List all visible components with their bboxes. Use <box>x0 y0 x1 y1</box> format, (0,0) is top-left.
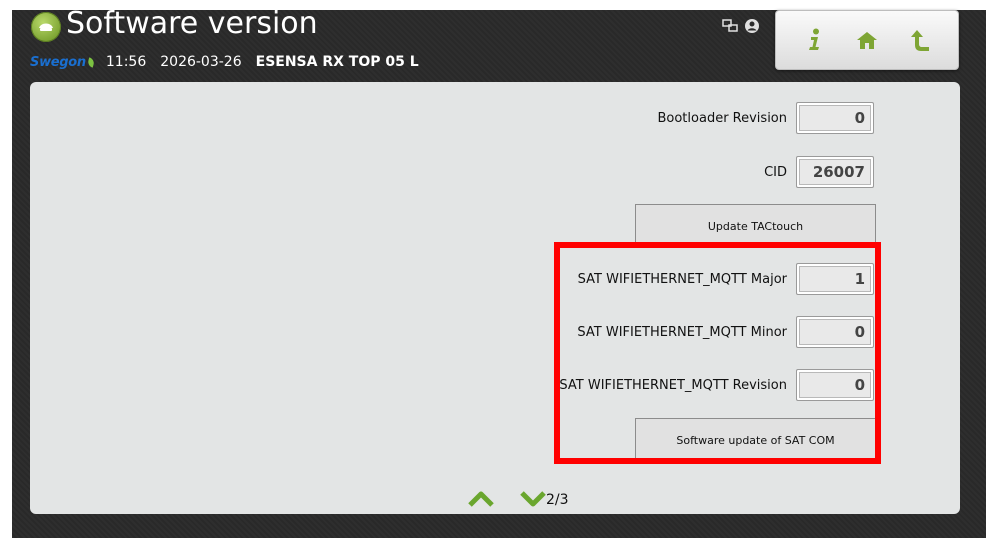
current-date: 2026-03-26 <box>160 54 242 70</box>
home-icon <box>857 32 877 49</box>
network-icon <box>722 19 738 32</box>
info-icon <box>809 28 819 50</box>
brand-logo: Swegon <box>30 54 86 70</box>
clock-time: 11:56 <box>105 54 147 70</box>
chevron-up-icon <box>468 491 494 507</box>
unit-name: ESENSA RX TOP 05 L <box>255 54 419 70</box>
info-button[interactable] <box>800 25 830 55</box>
user-icon <box>745 19 759 33</box>
chevron-down-icon <box>520 491 546 507</box>
page-title: Software version <box>66 6 318 41</box>
cid-value: 26007 <box>796 156 874 188</box>
highlight-box <box>554 242 881 464</box>
bootloader-revision-label: Bootloader Revision <box>657 111 787 126</box>
status-bar: Swegon 11:56 2026-03-26 ESENSA RX TOP 05… <box>30 52 419 72</box>
system-icons <box>722 18 760 34</box>
nav-panel <box>775 10 959 70</box>
back-button[interactable] <box>906 25 936 55</box>
bootloader-revision-value: 0 <box>796 102 874 134</box>
back-arrow-icon <box>911 30 929 51</box>
leaf-icon <box>86 56 95 68</box>
page-indicator: 2/3 <box>546 492 569 508</box>
app-logo-icon <box>31 12 61 42</box>
page-up-button[interactable] <box>468 490 494 508</box>
home-button[interactable] <box>852 25 882 55</box>
cid-label: CID <box>764 165 787 180</box>
page-down-button[interactable] <box>520 490 546 508</box>
